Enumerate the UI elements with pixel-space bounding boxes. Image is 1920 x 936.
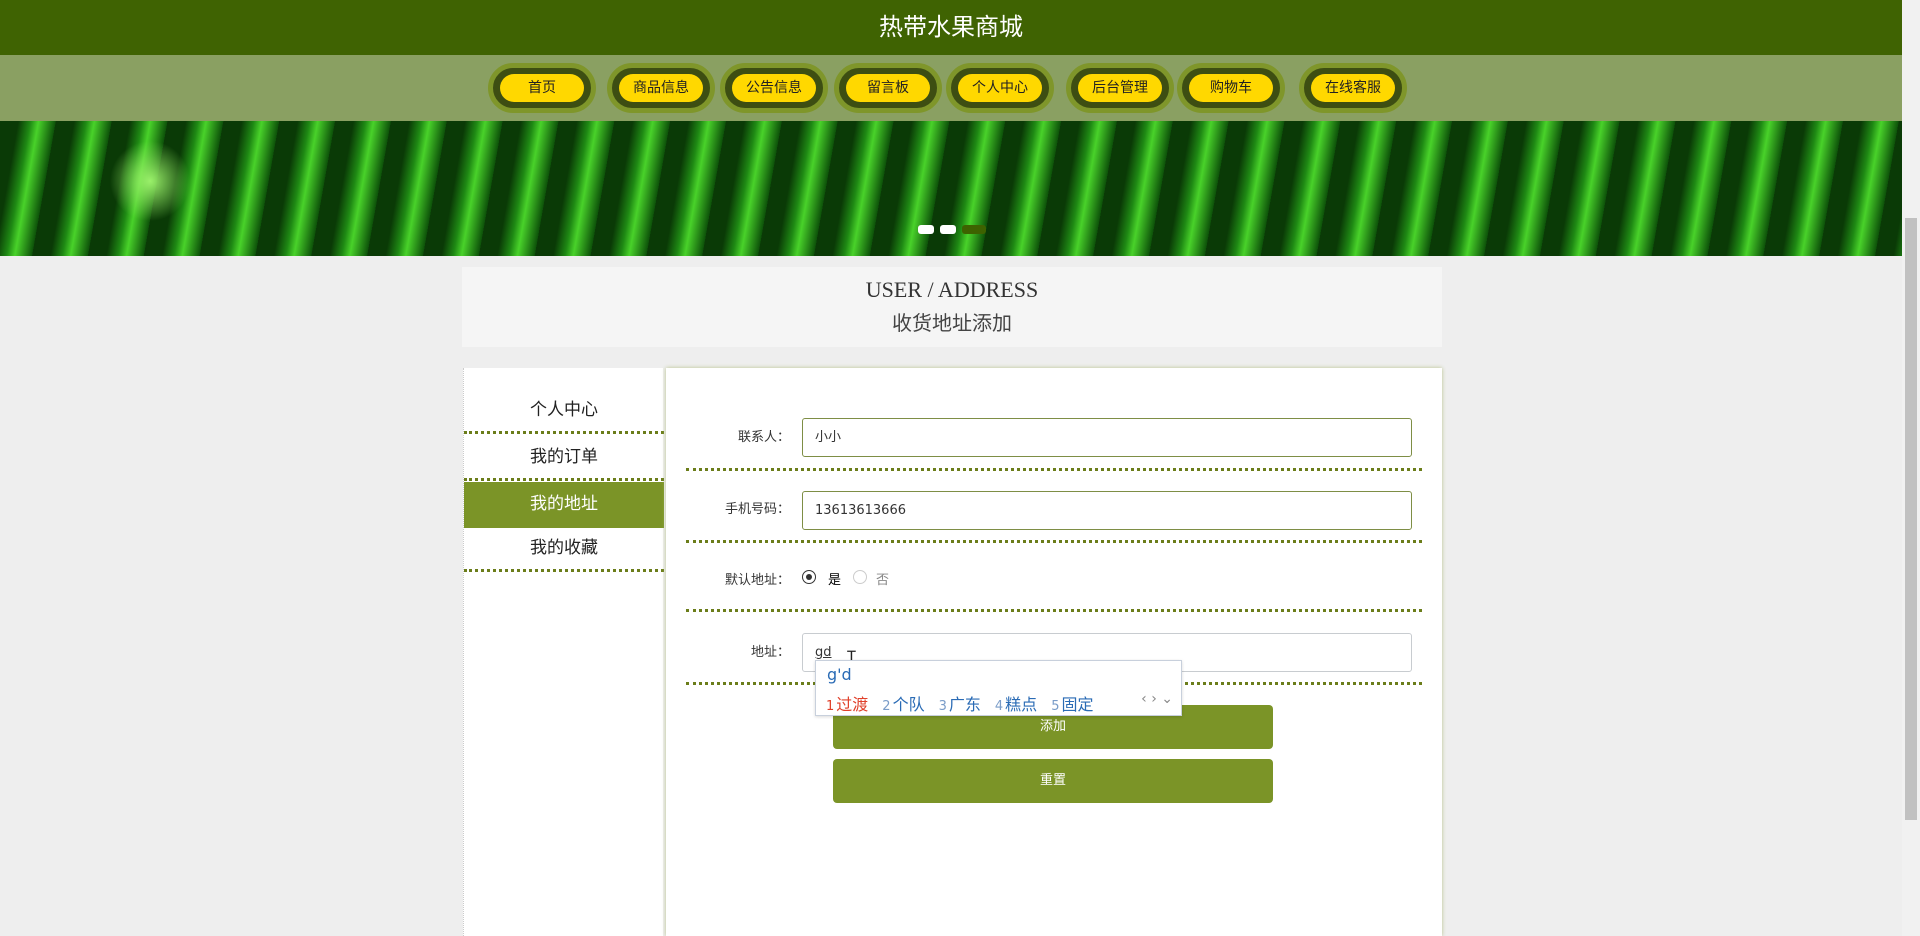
- radio-no[interactable]: [853, 570, 867, 584]
- page-title-cn: 收货地址添加: [892, 311, 1012, 335]
- address-form: 联系人： 小小 手机号码： 13613613666 默认地址： 是 否 地址： …: [666, 368, 1442, 936]
- banner-carousel: [0, 121, 1902, 256]
- candidate-number: 1: [826, 699, 835, 714]
- scrollbar-thumb[interactable]: [1905, 218, 1917, 820]
- carousel-dot[interactable]: [940, 225, 956, 234]
- ime-candidate-popup: g'd 1 过渡 2 个队 3 广东 4 糕点 5 固定 ‹ › ⌄: [815, 660, 1182, 716]
- address-label: 地址：: [750, 645, 790, 660]
- candidate-text: 过渡: [836, 695, 869, 714]
- nav-products[interactable]: 商品信息: [607, 63, 715, 113]
- page-scrollbar[interactable]: [1902, 0, 1920, 936]
- candidate-number: 2: [882, 699, 891, 714]
- main-nav: 首页 商品信息 公告信息 留言板 个人中心 后台管理 购物车 在线客服: [0, 55, 1902, 121]
- site-title: 热带水果商城: [0, 0, 1902, 55]
- nav-home[interactable]: 首页: [488, 63, 596, 113]
- ime-candidate[interactable]: 5 固定: [1051, 691, 1093, 715]
- ime-candidate[interactable]: 1 过渡: [826, 691, 868, 715]
- sidebar: 个人中心 我的订单 我的地址 我的收藏: [463, 368, 664, 936]
- radio-yes-label: 是: [828, 573, 842, 588]
- divider: [686, 540, 1422, 543]
- candidate-text: 糕点: [1005, 695, 1038, 714]
- nav-label: 商品信息: [619, 74, 703, 102]
- contact-label: 联系人：: [737, 430, 790, 445]
- ime-candidate[interactable]: 2 个队: [882, 691, 924, 715]
- nav-label: 购物车: [1189, 74, 1273, 102]
- contact-input[interactable]: 小小: [802, 418, 1412, 457]
- nav-admin[interactable]: 后台管理: [1066, 63, 1174, 113]
- page-title-en: USER / ADDRESS: [865, 277, 1039, 302]
- carousel-dot-active[interactable]: [962, 225, 986, 234]
- candidate-number: 5: [1051, 699, 1060, 714]
- radio-no-label: 否: [876, 573, 890, 588]
- default-address-label: 默认地址：: [724, 573, 790, 588]
- candidate-number: 4: [994, 699, 1004, 714]
- nav-service[interactable]: 在线客服: [1299, 63, 1407, 113]
- page-title: USER / ADDRESS 收货地址添加: [462, 267, 1442, 347]
- ime-page-arrows-icon[interactable]: ‹ › ⌄: [1141, 691, 1173, 707]
- ime-candidate[interactable]: 4 糕点: [995, 691, 1037, 715]
- candidate-text: 广东: [948, 695, 981, 714]
- nav-label: 留言板: [846, 74, 930, 102]
- nav-messages[interactable]: 留言板: [834, 63, 942, 113]
- sidebar-item-orders[interactable]: 我的订单: [464, 435, 664, 481]
- phone-input[interactable]: 13613613666: [802, 491, 1412, 530]
- phone-label: 手机号码：: [724, 502, 790, 517]
- candidate-text: 个队: [892, 695, 925, 714]
- ime-candidate[interactable]: 3 广东: [939, 691, 981, 715]
- nav-user-center[interactable]: 个人中心: [946, 63, 1054, 113]
- nav-notices[interactable]: 公告信息: [720, 63, 828, 113]
- radio-yes[interactable]: [802, 570, 816, 584]
- nav-label: 后台管理: [1078, 74, 1162, 102]
- divider: [686, 609, 1422, 612]
- carousel-dots: [918, 225, 986, 234]
- divider: [686, 468, 1422, 471]
- candidate-text: 固定: [1061, 695, 1094, 714]
- ime-composition: g'd: [827, 665, 852, 684]
- nav-label: 首页: [500, 74, 584, 102]
- carousel-dot[interactable]: [918, 225, 934, 234]
- nav-cart[interactable]: 购物车: [1177, 63, 1285, 113]
- candidate-number: 3: [938, 699, 947, 714]
- nav-label: 在线客服: [1311, 74, 1395, 102]
- reset-button[interactable]: 重置: [833, 759, 1273, 803]
- nav-label: 个人中心: [958, 74, 1042, 102]
- sidebar-item-address[interactable]: 我的地址: [464, 482, 664, 528]
- sidebar-item-user-center[interactable]: 个人中心: [464, 388, 664, 434]
- nav-label: 公告信息: [732, 74, 816, 102]
- sidebar-item-favorites[interactable]: 我的收藏: [464, 526, 664, 572]
